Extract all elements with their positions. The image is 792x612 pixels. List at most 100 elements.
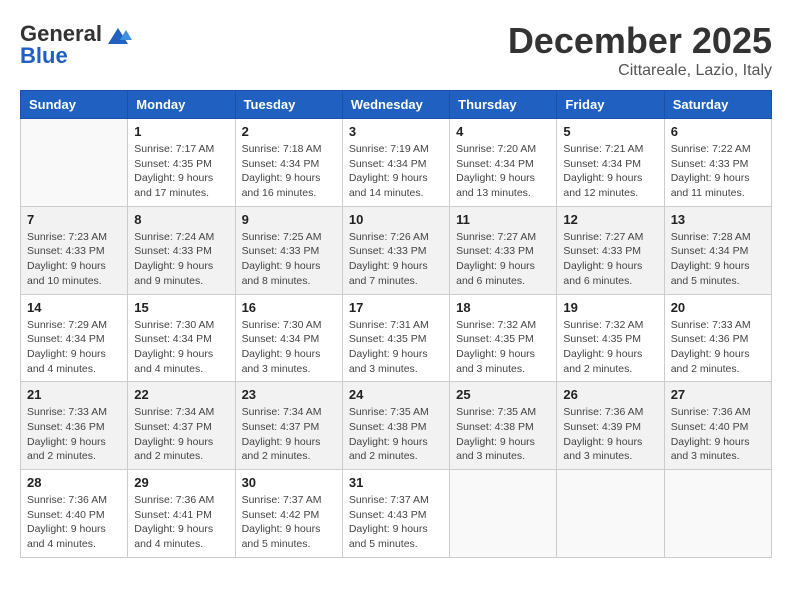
day-number: 21 [27, 387, 121, 402]
day-info: Sunrise: 7:23 AMSunset: 4:33 PMDaylight:… [27, 230, 121, 289]
calendar-cell: 5Sunrise: 7:21 AMSunset: 4:34 PMDaylight… [557, 119, 664, 207]
calendar-week-row: 7 Sunrise: 7:23 AMSunset: 4:33 PMDaylight… [21, 206, 772, 294]
day-info: Sunrise: 7:36 AMSunset: 4:40 PMDaylight:… [27, 493, 121, 552]
day-number: 5 [563, 124, 657, 139]
calendar-cell: 8 Sunrise: 7:24 AMSunset: 4:33 PMDaylight… [128, 206, 235, 294]
day-info: Sunrise: 7:34 AMSunset: 4:37 PMDaylight:… [242, 405, 336, 464]
day-info: Sunrise: 7:33 AMSunset: 4:36 PMDaylight:… [671, 318, 765, 377]
calendar-cell: 29 Sunrise: 7:36 AMSunset: 4:41 PMDayligh… [128, 470, 235, 558]
day-number: 20 [671, 300, 765, 315]
calendar-cell: 3 Sunrise: 7:19 AMSunset: 4:34 PMDaylight… [342, 119, 449, 207]
day-info: Sunrise: 7:31 AMSunset: 4:35 PMDaylight:… [349, 318, 443, 377]
calendar-week-row: 28 Sunrise: 7:36 AMSunset: 4:40 PMDayligh… [21, 470, 772, 558]
calendar-cell: 30 Sunrise: 7:37 AMSunset: 4:42 PMDayligh… [235, 470, 342, 558]
weekday-header-cell: Wednesday [342, 91, 449, 119]
calendar-table: SundayMondayTuesdayWednesdayThursdayFrid… [20, 90, 772, 558]
calendar-cell: 4 Sunrise: 7:20 AMSunset: 4:34 PMDaylight… [450, 119, 557, 207]
calendar-cell: 10 Sunrise: 7:26 AMSunset: 4:33 PMDayligh… [342, 206, 449, 294]
calendar-cell: 25 Sunrise: 7:35 AMSunset: 4:38 PMDayligh… [450, 382, 557, 470]
day-info: Sunrise: 7:26 AMSunset: 4:33 PMDaylight:… [349, 230, 443, 289]
calendar-cell: 24Sunrise: 7:35 AMSunset: 4:38 PMDayligh… [342, 382, 449, 470]
location: Cittareale, Lazio, Italy [508, 62, 772, 80]
weekday-header-cell: Thursday [450, 91, 557, 119]
day-info: Sunrise: 7:19 AMSunset: 4:34 PMDaylight:… [349, 142, 443, 201]
page-header: General Blue December 2025 Cittareale, L… [20, 20, 772, 80]
day-number: 28 [27, 475, 121, 490]
day-number: 29 [134, 475, 228, 490]
day-info: Sunrise: 7:32 AMSunset: 4:35 PMDaylight:… [563, 318, 657, 377]
day-number: 31 [349, 475, 443, 490]
day-info: Sunrise: 7:36 AMSunset: 4:41 PMDaylight:… [134, 493, 228, 552]
day-number: 19 [563, 300, 657, 315]
day-info: Sunrise: 7:35 AMSunset: 4:38 PMDaylight:… [456, 405, 550, 464]
calendar-cell: 2 Sunrise: 7:18 AMSunset: 4:34 PMDaylight… [235, 119, 342, 207]
day-number: 1 [134, 124, 228, 139]
day-number: 6 [671, 124, 765, 139]
day-info: Sunrise: 7:33 AMSunset: 4:36 PMDaylight:… [27, 405, 121, 464]
day-number: 23 [242, 387, 336, 402]
calendar-cell: 20 Sunrise: 7:33 AMSunset: 4:36 PMDayligh… [664, 294, 771, 382]
day-number: 9 [242, 212, 336, 227]
day-number: 7 [27, 212, 121, 227]
day-info: Sunrise: 7:24 AMSunset: 4:33 PMDaylight:… [134, 230, 228, 289]
day-number: 22 [134, 387, 228, 402]
weekday-header-cell: Monday [128, 91, 235, 119]
day-number: 11 [456, 212, 550, 227]
day-info: Sunrise: 7:20 AMSunset: 4:34 PMDaylight:… [456, 142, 550, 201]
day-info: Sunrise: 7:30 AMSunset: 4:34 PMDaylight:… [242, 318, 336, 377]
day-number: 8 [134, 212, 228, 227]
calendar-cell [450, 470, 557, 558]
calendar-week-row: 1 Sunrise: 7:17 AMSunset: 4:35 PMDaylight… [21, 119, 772, 207]
calendar-cell: 19 Sunrise: 7:32 AMSunset: 4:35 PMDayligh… [557, 294, 664, 382]
day-number: 4 [456, 124, 550, 139]
calendar-cell: 17Sunrise: 7:31 AMSunset: 4:35 PMDayligh… [342, 294, 449, 382]
month-title: December 2025 [508, 20, 772, 62]
calendar-cell: 15Sunrise: 7:30 AMSunset: 4:34 PMDayligh… [128, 294, 235, 382]
day-info: Sunrise: 7:29 AMSunset: 4:34 PMDaylight:… [27, 318, 121, 377]
calendar-cell: 16 Sunrise: 7:30 AMSunset: 4:34 PMDayligh… [235, 294, 342, 382]
day-number: 10 [349, 212, 443, 227]
calendar-cell: 18 Sunrise: 7:32 AMSunset: 4:35 PMDayligh… [450, 294, 557, 382]
day-info: Sunrise: 7:27 AMSunset: 4:33 PMDaylight:… [456, 230, 550, 289]
calendar-cell: 12 Sunrise: 7:27 AMSunset: 4:33 PMDayligh… [557, 206, 664, 294]
day-info: Sunrise: 7:37 AMSunset: 4:42 PMDaylight:… [242, 493, 336, 552]
day-number: 15 [134, 300, 228, 315]
day-info: Sunrise: 7:28 AMSunset: 4:34 PMDaylight:… [671, 230, 765, 289]
day-number: 16 [242, 300, 336, 315]
day-number: 18 [456, 300, 550, 315]
day-number: 14 [27, 300, 121, 315]
calendar-cell: 1 Sunrise: 7:17 AMSunset: 4:35 PMDaylight… [128, 119, 235, 207]
calendar-cell [21, 119, 128, 207]
day-info: Sunrise: 7:36 AMSunset: 4:39 PMDaylight:… [563, 405, 657, 464]
calendar-cell: 11 Sunrise: 7:27 AMSunset: 4:33 PMDayligh… [450, 206, 557, 294]
day-number: 13 [671, 212, 765, 227]
day-number: 12 [563, 212, 657, 227]
calendar-cell: 26 Sunrise: 7:36 AMSunset: 4:39 PMDayligh… [557, 382, 664, 470]
day-info: Sunrise: 7:37 AMSunset: 4:43 PMDaylight:… [349, 493, 443, 552]
calendar-cell: 7 Sunrise: 7:23 AMSunset: 4:33 PMDaylight… [21, 206, 128, 294]
calendar-week-row: 14 Sunrise: 7:29 AMSunset: 4:34 PMDayligh… [21, 294, 772, 382]
day-info: Sunrise: 7:32 AMSunset: 4:35 PMDaylight:… [456, 318, 550, 377]
calendar-cell: 6Sunrise: 7:22 AMSunset: 4:33 PMDaylight… [664, 119, 771, 207]
day-info: Sunrise: 7:17 AMSunset: 4:35 PMDaylight:… [134, 142, 228, 201]
weekday-header-cell: Saturday [664, 91, 771, 119]
day-info: Sunrise: 7:18 AMSunset: 4:34 PMDaylight:… [242, 142, 336, 201]
calendar-body: 1 Sunrise: 7:17 AMSunset: 4:35 PMDaylight… [21, 119, 772, 558]
calendar-cell: 9 Sunrise: 7:25 AMSunset: 4:33 PMDaylight… [235, 206, 342, 294]
day-number: 25 [456, 387, 550, 402]
day-number: 3 [349, 124, 443, 139]
calendar-cell: 28 Sunrise: 7:36 AMSunset: 4:40 PMDayligh… [21, 470, 128, 558]
day-number: 27 [671, 387, 765, 402]
calendar-cell: 31 Sunrise: 7:37 AMSunset: 4:43 PMDayligh… [342, 470, 449, 558]
calendar-cell [664, 470, 771, 558]
calendar-cell: 22Sunrise: 7:34 AMSunset: 4:37 PMDayligh… [128, 382, 235, 470]
day-info: Sunrise: 7:35 AMSunset: 4:38 PMDaylight:… [349, 405, 443, 464]
day-number: 26 [563, 387, 657, 402]
day-number: 30 [242, 475, 336, 490]
day-info: Sunrise: 7:27 AMSunset: 4:33 PMDaylight:… [563, 230, 657, 289]
day-number: 2 [242, 124, 336, 139]
weekday-header-cell: Sunday [21, 91, 128, 119]
day-info: Sunrise: 7:36 AMSunset: 4:40 PMDaylight:… [671, 405, 765, 464]
day-info: Sunrise: 7:25 AMSunset: 4:33 PMDaylight:… [242, 230, 336, 289]
calendar-cell: 23 Sunrise: 7:34 AMSunset: 4:37 PMDayligh… [235, 382, 342, 470]
